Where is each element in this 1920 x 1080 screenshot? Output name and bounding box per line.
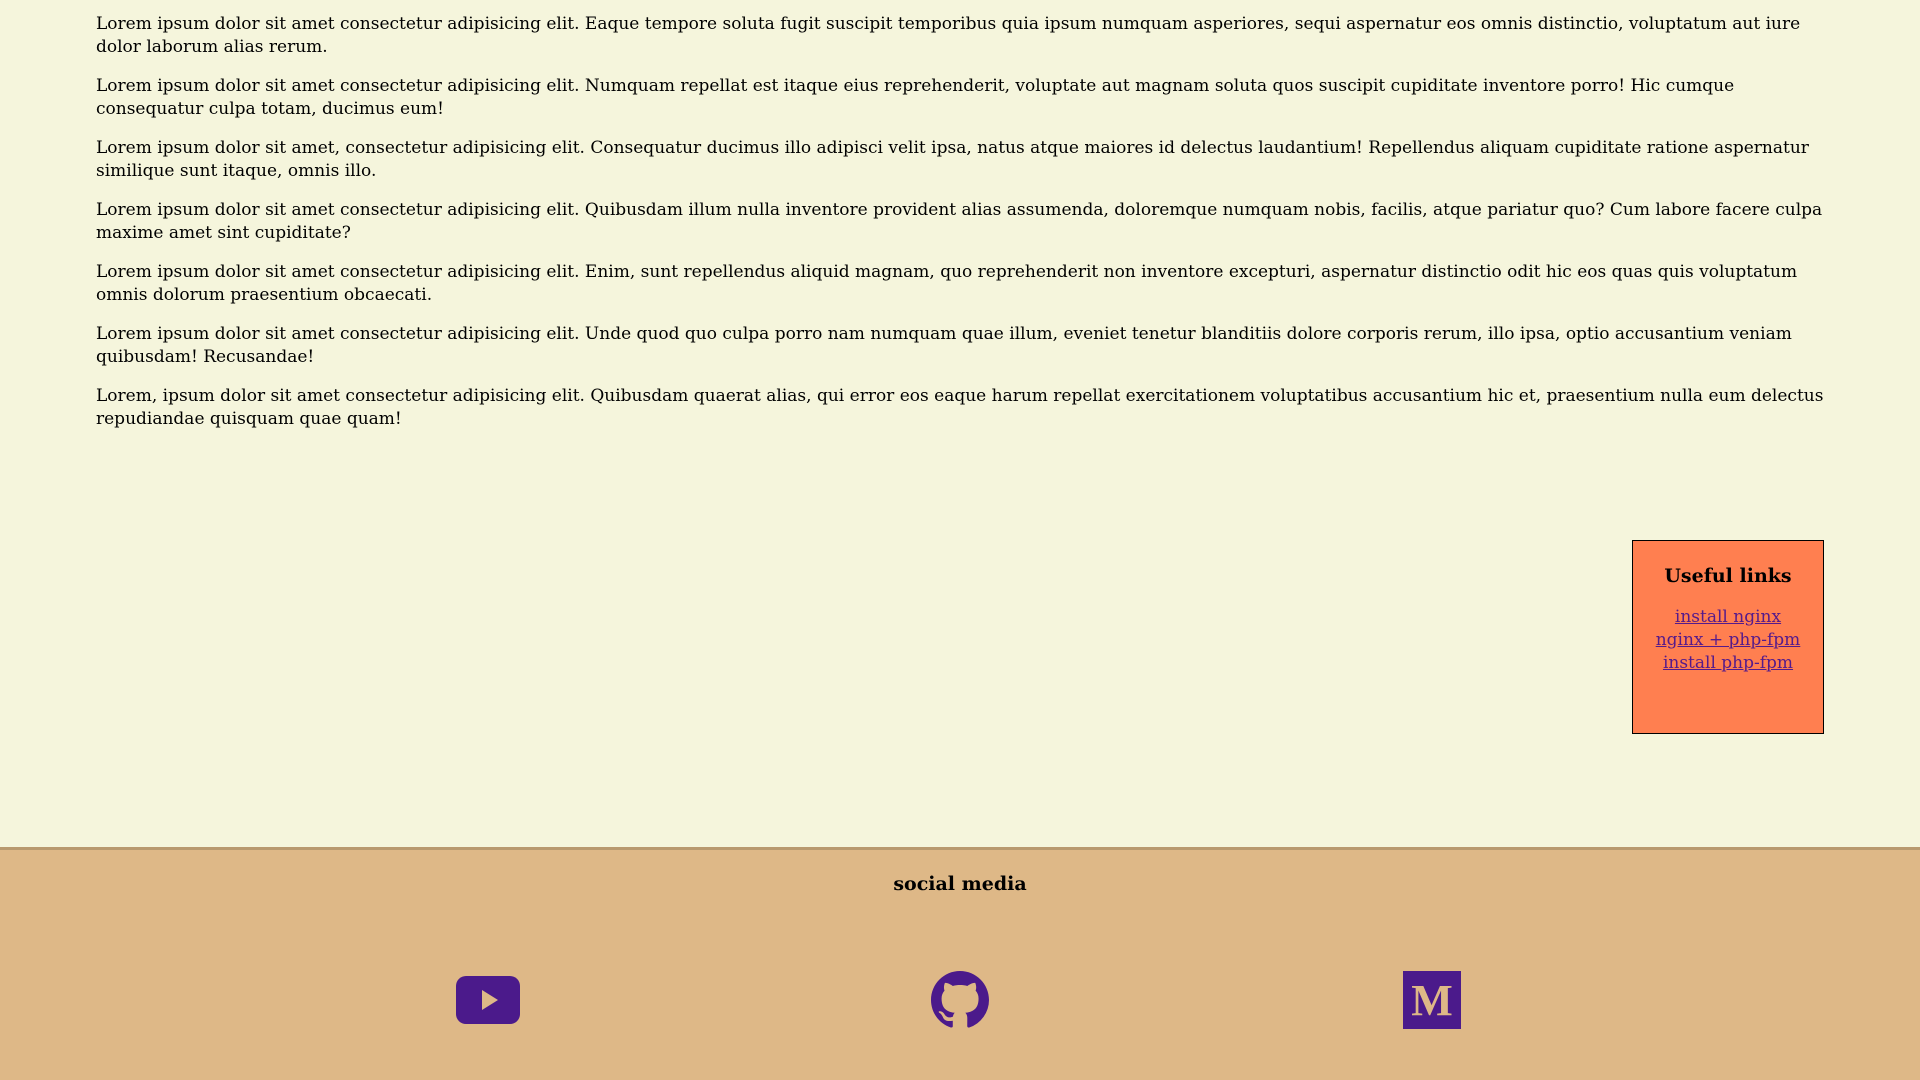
- github-icon: [931, 971, 989, 1028]
- medium-link[interactable]: M: [1400, 968, 1464, 1032]
- paragraph: Lorem ipsum dolor sit amet consectetur a…: [96, 324, 1792, 367]
- medium-icon: M: [1403, 971, 1461, 1029]
- github-link[interactable]: [928, 968, 992, 1032]
- useful-links-title: Useful links: [1664, 565, 1792, 587]
- paragraph: Lorem, ipsum dolor sit amet consectetur …: [96, 386, 1824, 429]
- list-item: install php-fpm: [1633, 652, 1823, 675]
- useful-links-list: install nginx nginx + php-fpm install ph…: [1633, 606, 1823, 675]
- paragraph: Lorem ipsum dolor sit amet consectetur a…: [96, 200, 1823, 243]
- footer: social media M: [0, 847, 1920, 1080]
- link-nginx-php-fpm[interactable]: nginx + php-fpm: [1656, 630, 1801, 650]
- youtube-icon: [456, 976, 520, 1024]
- useful-links-box: Useful links install nginx nginx + php-f…: [1632, 540, 1824, 734]
- link-install-php-fpm[interactable]: install php-fpm: [1663, 653, 1793, 673]
- footer-title: social media: [893, 873, 1027, 895]
- list-item: install nginx: [1633, 606, 1823, 629]
- paragraph: Lorem ipsum dolor sit amet consectetur a…: [96, 262, 1798, 305]
- paragraph: Lorem ipsum dolor sit amet, consectetur …: [96, 138, 1809, 181]
- youtube-link[interactable]: [456, 968, 520, 1032]
- paragraph: Lorem ipsum dolor sit amet consectetur a…: [96, 14, 1801, 57]
- paragraph: Lorem ipsum dolor sit amet consectetur a…: [96, 76, 1735, 119]
- list-item: nginx + php-fpm: [1633, 629, 1823, 652]
- svg-text:M: M: [1411, 976, 1453, 1025]
- main-content: Lorem ipsum dolor sit amet consectetur a…: [96, 0, 1826, 431]
- link-install-nginx[interactable]: install nginx: [1675, 607, 1781, 627]
